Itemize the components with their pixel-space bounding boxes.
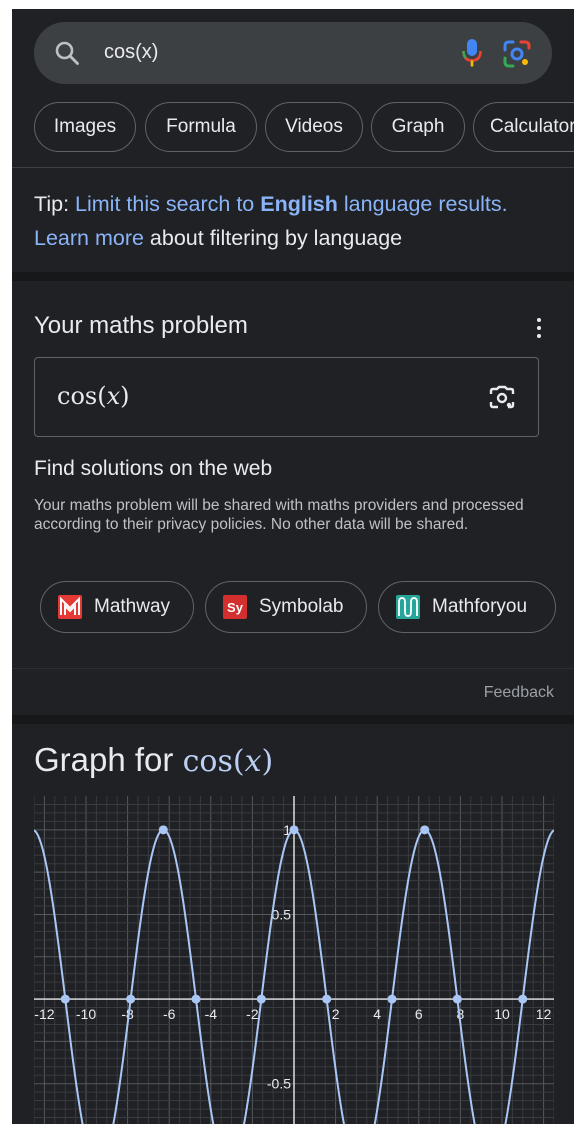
provider-mathway[interactable]: Mathway	[40, 581, 194, 633]
x-tick-label: -12	[34, 1006, 54, 1022]
curve-point	[126, 994, 136, 1004]
language-tip: Tip: Limit this search to English langua…	[34, 187, 554, 255]
chip-graph[interactable]: Graph	[371, 102, 465, 152]
chip-formula[interactable]: Formula	[145, 102, 257, 152]
x-tick-label: -2	[246, 1006, 259, 1022]
mathforyou-logo-icon	[396, 595, 420, 619]
x-tick-label: 6	[415, 1006, 423, 1022]
y-tick-label: 0.5	[272, 906, 292, 922]
curve-point	[387, 994, 397, 1004]
tip-prefix: Tip:	[34, 192, 76, 216]
chip-videos[interactable]: Videos	[265, 102, 363, 152]
learn-more-link[interactable]: Learn more	[34, 226, 144, 250]
maths-problem-box[interactable]: cos(x)	[34, 357, 539, 437]
curve-point	[191, 994, 201, 1004]
x-tick-label: -6	[163, 1006, 176, 1022]
cos-graph[interactable]: -12 -10 -8 -6 -4 -2 2 4 6 8 10 1210.5-0.5	[34, 796, 554, 1124]
search-icon[interactable]	[54, 40, 80, 66]
curve-point	[518, 994, 528, 1004]
graph-title: Graph for cos(x)	[34, 741, 274, 779]
mic-icon[interactable]	[461, 38, 483, 68]
camera-icon[interactable]	[487, 384, 517, 412]
provider-name: Symbolab	[259, 596, 344, 617]
svg-text:Sy: Sy	[227, 600, 244, 615]
curve-point	[420, 825, 430, 835]
limit-language-link[interactable]: Limit this search to English language re…	[75, 192, 508, 216]
find-solutions-title: Find solutions on the web	[34, 457, 273, 480]
curve-point	[289, 825, 299, 835]
symbolab-logo-icon: Sy	[223, 595, 247, 619]
curve-point	[452, 994, 462, 1004]
feedback-link[interactable]: Feedback	[484, 684, 554, 702]
curve-point	[158, 825, 168, 835]
tip-suffix: about filtering by language	[143, 226, 403, 250]
x-tick-label: 12	[536, 1006, 552, 1022]
curve-point	[60, 994, 70, 1004]
x-tick-label: 10	[494, 1006, 510, 1022]
find-solutions-desc: Your maths problem will be shared with m…	[34, 497, 524, 533]
chip-calculator[interactable]: Calculator	[473, 102, 574, 152]
curve-point	[256, 994, 266, 1004]
screen: Images Formula Videos Graph Calculator T…	[12, 9, 574, 1124]
more-options-icon[interactable]	[532, 315, 546, 341]
maths-problem-title: Your maths problem	[34, 312, 248, 339]
x-tick-label: 4	[373, 1006, 381, 1022]
divider	[12, 668, 574, 669]
divider	[12, 167, 574, 168]
x-tick-label: 2	[332, 1006, 340, 1022]
chip-images[interactable]: Images	[34, 102, 136, 152]
mathway-logo-icon	[58, 595, 82, 619]
curve-point	[322, 994, 332, 1004]
x-tick-label: -10	[76, 1006, 96, 1022]
provider-name: Mathway	[94, 596, 171, 617]
y-tick-label: -0.5	[267, 1076, 291, 1092]
search-bar[interactable]	[34, 22, 552, 84]
section-separator	[12, 272, 574, 281]
search-input[interactable]	[104, 41, 404, 64]
x-tick-label: -4	[205, 1006, 218, 1022]
maths-expression: cos(x)	[57, 382, 130, 410]
lens-icon[interactable]	[502, 39, 532, 69]
provider-symbolab[interactable]: Sy Symbolab	[205, 581, 367, 633]
provider-name: Mathforyou	[432, 596, 528, 617]
provider-mathforyou[interactable]: Mathforyou	[378, 581, 556, 633]
section-separator	[12, 715, 574, 724]
